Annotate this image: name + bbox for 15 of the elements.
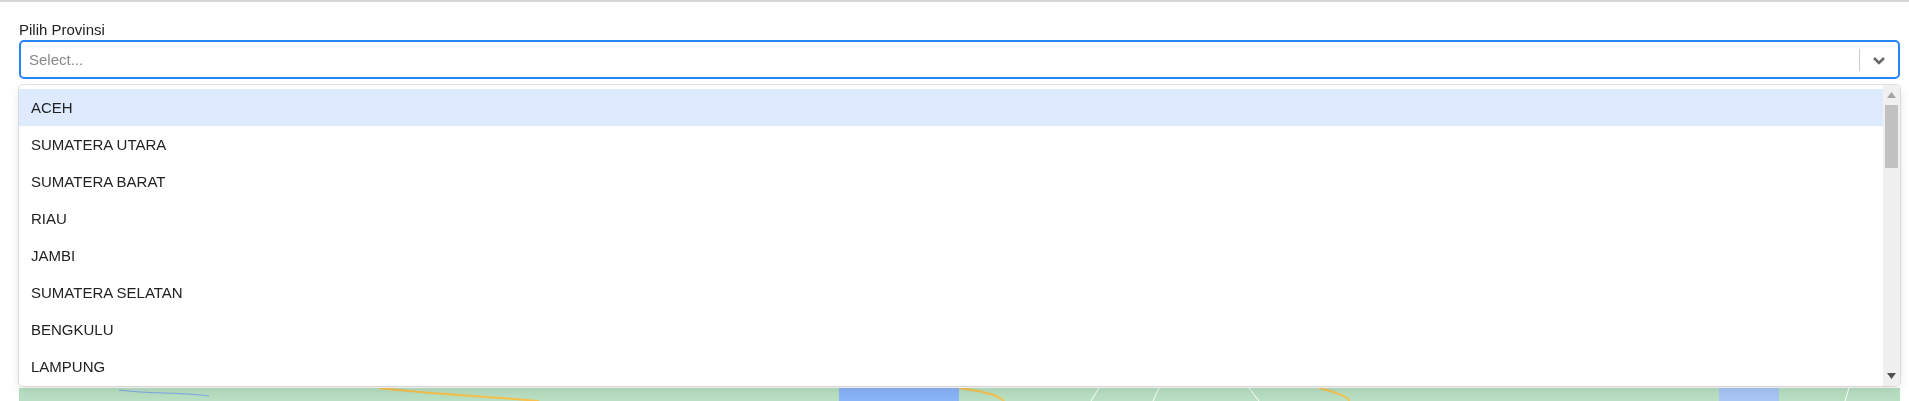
field-label: Pilih Provinsi xyxy=(19,20,105,40)
menu-option[interactable]: SUMATERA BARAT xyxy=(19,163,1883,200)
scroll-up-icon[interactable] xyxy=(1887,92,1896,98)
menu-option[interactable]: JAMBI xyxy=(19,237,1883,274)
menu-option[interactable]: SUMATERA UTARA xyxy=(19,126,1883,163)
menu-option[interactable]: SUMATERA SELATAN xyxy=(19,274,1883,311)
menu-option[interactable]: RIAU xyxy=(19,200,1883,237)
scroll-thumb[interactable] xyxy=(1885,105,1898,168)
menu-option[interactable]: ACEH xyxy=(19,89,1883,126)
menu-option[interactable]: LAMPUNG xyxy=(19,348,1883,385)
scrollbar[interactable] xyxy=(1883,85,1900,386)
scroll-down-icon[interactable] xyxy=(1887,373,1896,379)
select-input[interactable]: Select... xyxy=(21,51,1859,68)
province-select[interactable]: Select... xyxy=(19,40,1900,79)
menu-option[interactable]: BENGKULU xyxy=(19,311,1883,348)
